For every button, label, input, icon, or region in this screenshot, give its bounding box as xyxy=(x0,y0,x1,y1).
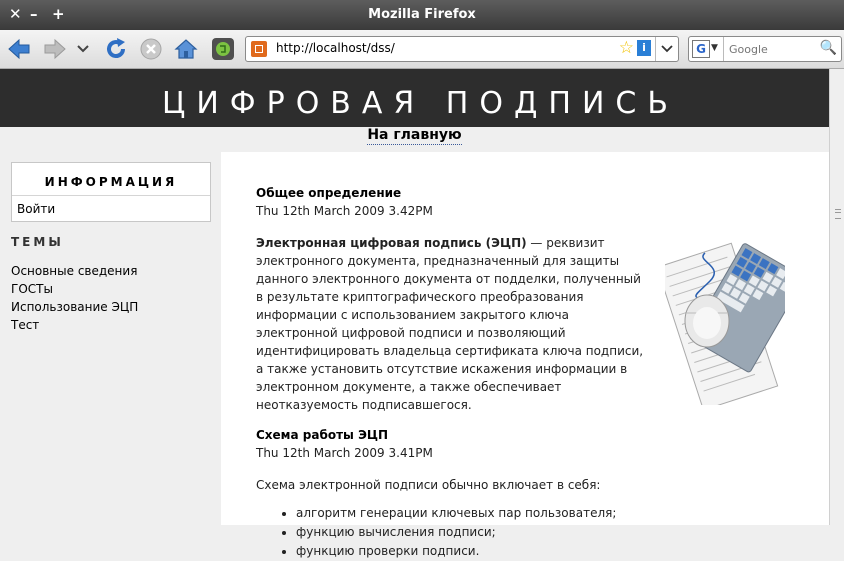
bookmark-star-icon[interactable]: ☆ xyxy=(619,38,634,58)
sidebar: ИНФОРМАЦИЯ Войти ТЕМЫ Основные сведения … xyxy=(11,162,211,334)
back-arrow-icon xyxy=(7,38,31,60)
home-icon xyxy=(174,37,198,61)
back-button[interactable] xyxy=(6,36,32,62)
url-history-dropdown-button[interactable] xyxy=(655,37,678,61)
reload-button[interactable] xyxy=(103,36,129,62)
evernote-button[interactable] xyxy=(210,36,236,62)
forward-arrow-icon xyxy=(43,38,67,60)
list-item: функцию проверки подписи. xyxy=(296,542,646,561)
article-list: алгоритм генерации ключевых пар пользова… xyxy=(256,504,646,561)
login-link[interactable]: Войти xyxy=(12,196,210,221)
url-text[interactable]: http://localhost/dss/ xyxy=(276,41,395,55)
article-paragraph: Электронная цифровая подпись (ЭЦП) — рек… xyxy=(256,234,646,414)
stop-icon xyxy=(139,37,163,61)
reload-icon xyxy=(104,37,128,61)
window-title: Mozilla Firefox xyxy=(0,7,844,22)
navigation-toolbar: http://localhost/dss/ ☆ i G ▼ 🔍 xyxy=(0,30,844,69)
themes-heading: ТЕМЫ xyxy=(11,235,211,249)
search-engine-google-icon[interactable]: G xyxy=(692,40,710,58)
article-term: Электронная цифровая подпись (ЭЦП) xyxy=(256,236,527,250)
article-title: Схема работы ЭЦП xyxy=(256,426,646,444)
page-scrollbar[interactable] xyxy=(829,69,844,525)
list-item: функцию вычисления подписи; xyxy=(296,523,646,542)
home-button[interactable] xyxy=(173,36,199,62)
list-item: алгоритм генерации ключевых пар пользова… xyxy=(296,504,646,523)
info-box: ИНФОРМАЦИЯ Войти xyxy=(11,162,211,222)
stop-button[interactable] xyxy=(138,36,164,62)
article-date: Thu 12th March 2009 3.42PM xyxy=(256,202,646,220)
site-header: ЦИФРОВАЯ ПОДПИСЬ xyxy=(0,69,829,127)
theme-link-usage[interactable]: Использование ЭЦП xyxy=(11,298,211,316)
search-bar[interactable]: G ▼ 🔍 xyxy=(688,36,842,62)
theme-link-gosts[interactable]: ГОСТы xyxy=(11,280,211,298)
chevron-down-icon xyxy=(77,44,89,54)
theme-link-test[interactable]: Тест xyxy=(11,316,211,334)
chevron-down-icon[interactable]: ▼ xyxy=(711,43,718,53)
chevron-down-icon xyxy=(661,45,673,53)
address-bar[interactable]: http://localhost/dss/ ☆ i xyxy=(245,36,679,62)
search-input[interactable] xyxy=(727,40,819,58)
theme-link-basics[interactable]: Основные сведения xyxy=(11,262,211,280)
article-date: Thu 12th March 2009 3.41PM xyxy=(256,444,646,462)
site-info-icon[interactable]: i xyxy=(637,40,651,56)
article-intro: Схема электронной подписи обычно включае… xyxy=(256,476,646,494)
search-icon[interactable]: 🔍 xyxy=(820,40,837,56)
evernote-icon xyxy=(211,37,235,61)
themes-list: Основные сведения ГОСТы Использование ЭЦ… xyxy=(11,262,211,334)
site-favicon-icon xyxy=(251,41,267,57)
article-body: — реквизит электронного документа, предн… xyxy=(256,236,643,412)
window-titlebar: ✕ – + Mozilla Firefox xyxy=(0,0,844,30)
home-link[interactable]: На главную xyxy=(367,127,461,145)
article-title: Общее определение xyxy=(256,184,646,202)
history-dropdown-button[interactable] xyxy=(72,36,94,62)
keyboard-mouse-illustration xyxy=(665,241,785,405)
info-heading: ИНФОРМАЦИЯ xyxy=(12,163,210,196)
forward-button[interactable] xyxy=(42,36,68,62)
